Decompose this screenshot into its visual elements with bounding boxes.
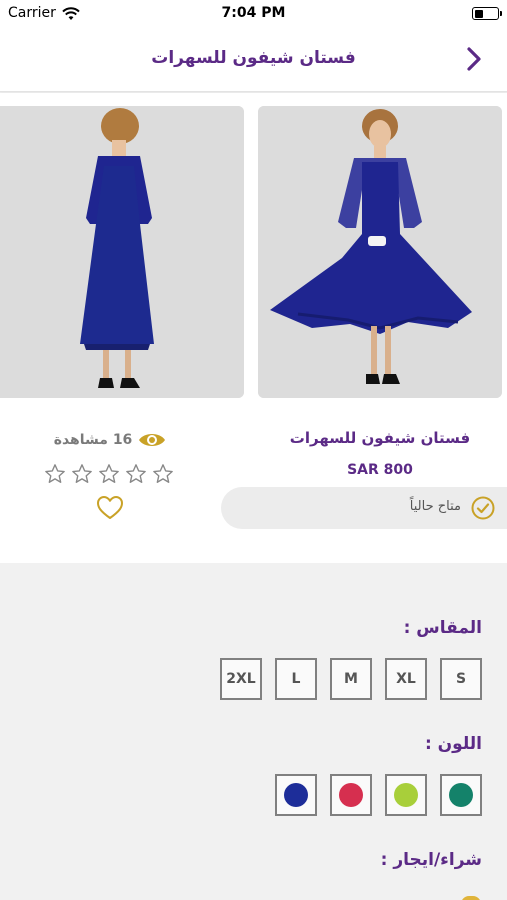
color-swatch	[449, 783, 473, 807]
star-icon[interactable]	[44, 463, 66, 485]
star-icon[interactable]	[125, 463, 147, 485]
color-option-green[interactable]	[440, 774, 482, 816]
views-count: 16 مشاهدة	[40, 429, 180, 451]
color-options	[275, 774, 482, 816]
color-option-blue[interactable]	[275, 774, 317, 816]
battery-icon	[472, 7, 502, 20]
size-option-xl[interactable]: XL	[385, 658, 427, 700]
color-swatch	[284, 783, 308, 807]
color-label: اللون :	[424, 734, 482, 754]
color-swatch	[339, 783, 363, 807]
back-button[interactable]	[459, 44, 489, 74]
dress-front-photo[interactable]	[258, 106, 502, 398]
availability-badge: متاح حالياً	[221, 487, 507, 529]
size-options: S XL M L 2XL	[220, 658, 482, 700]
size-label: المقاس :	[403, 618, 482, 638]
options-section: المقاس : S XL M L 2XL اللون : شراء/ايجار…	[0, 572, 507, 900]
color-option-red[interactable]	[330, 774, 372, 816]
rating-stars[interactable]	[44, 463, 174, 485]
views-text: 16 مشاهدة	[53, 432, 133, 448]
radio-option-partial[interactable]	[461, 896, 481, 900]
heart-icon	[97, 496, 123, 519]
favorite-button[interactable]	[96, 495, 124, 521]
product-section: فستان شيفون للسهرات SAR 800 متاح حالياً …	[0, 93, 507, 563]
chevron-right-icon	[467, 47, 481, 71]
size-option-m[interactable]: M	[330, 658, 372, 700]
status-time: 7:04 PM	[221, 5, 286, 21]
availability-text: متاح حالياً	[409, 499, 461, 514]
size-option-l[interactable]: L	[275, 658, 317, 700]
color-swatch	[394, 783, 418, 807]
product-price: SAR 800	[347, 462, 413, 478]
star-icon[interactable]	[152, 463, 174, 485]
status-bar: Carrier 7:04 PM	[0, 0, 507, 28]
size-option-s[interactable]: S	[440, 658, 482, 700]
nav-bar: فستان شيفون للسهرات	[0, 28, 507, 92]
size-option-2xl[interactable]: 2XL	[220, 658, 262, 700]
color-option-lime[interactable]	[385, 774, 427, 816]
product-name: فستان شيفون للسهرات	[289, 429, 471, 447]
page-title: فستان شيفون للسهرات	[151, 48, 356, 68]
buy-rent-label: شراء/ايجار :	[380, 850, 482, 870]
eye-icon	[138, 431, 166, 449]
star-icon[interactable]	[98, 463, 120, 485]
check-circle-icon	[471, 496, 495, 524]
star-icon[interactable]	[71, 463, 93, 485]
dress-back-photo[interactable]	[0, 106, 244, 398]
